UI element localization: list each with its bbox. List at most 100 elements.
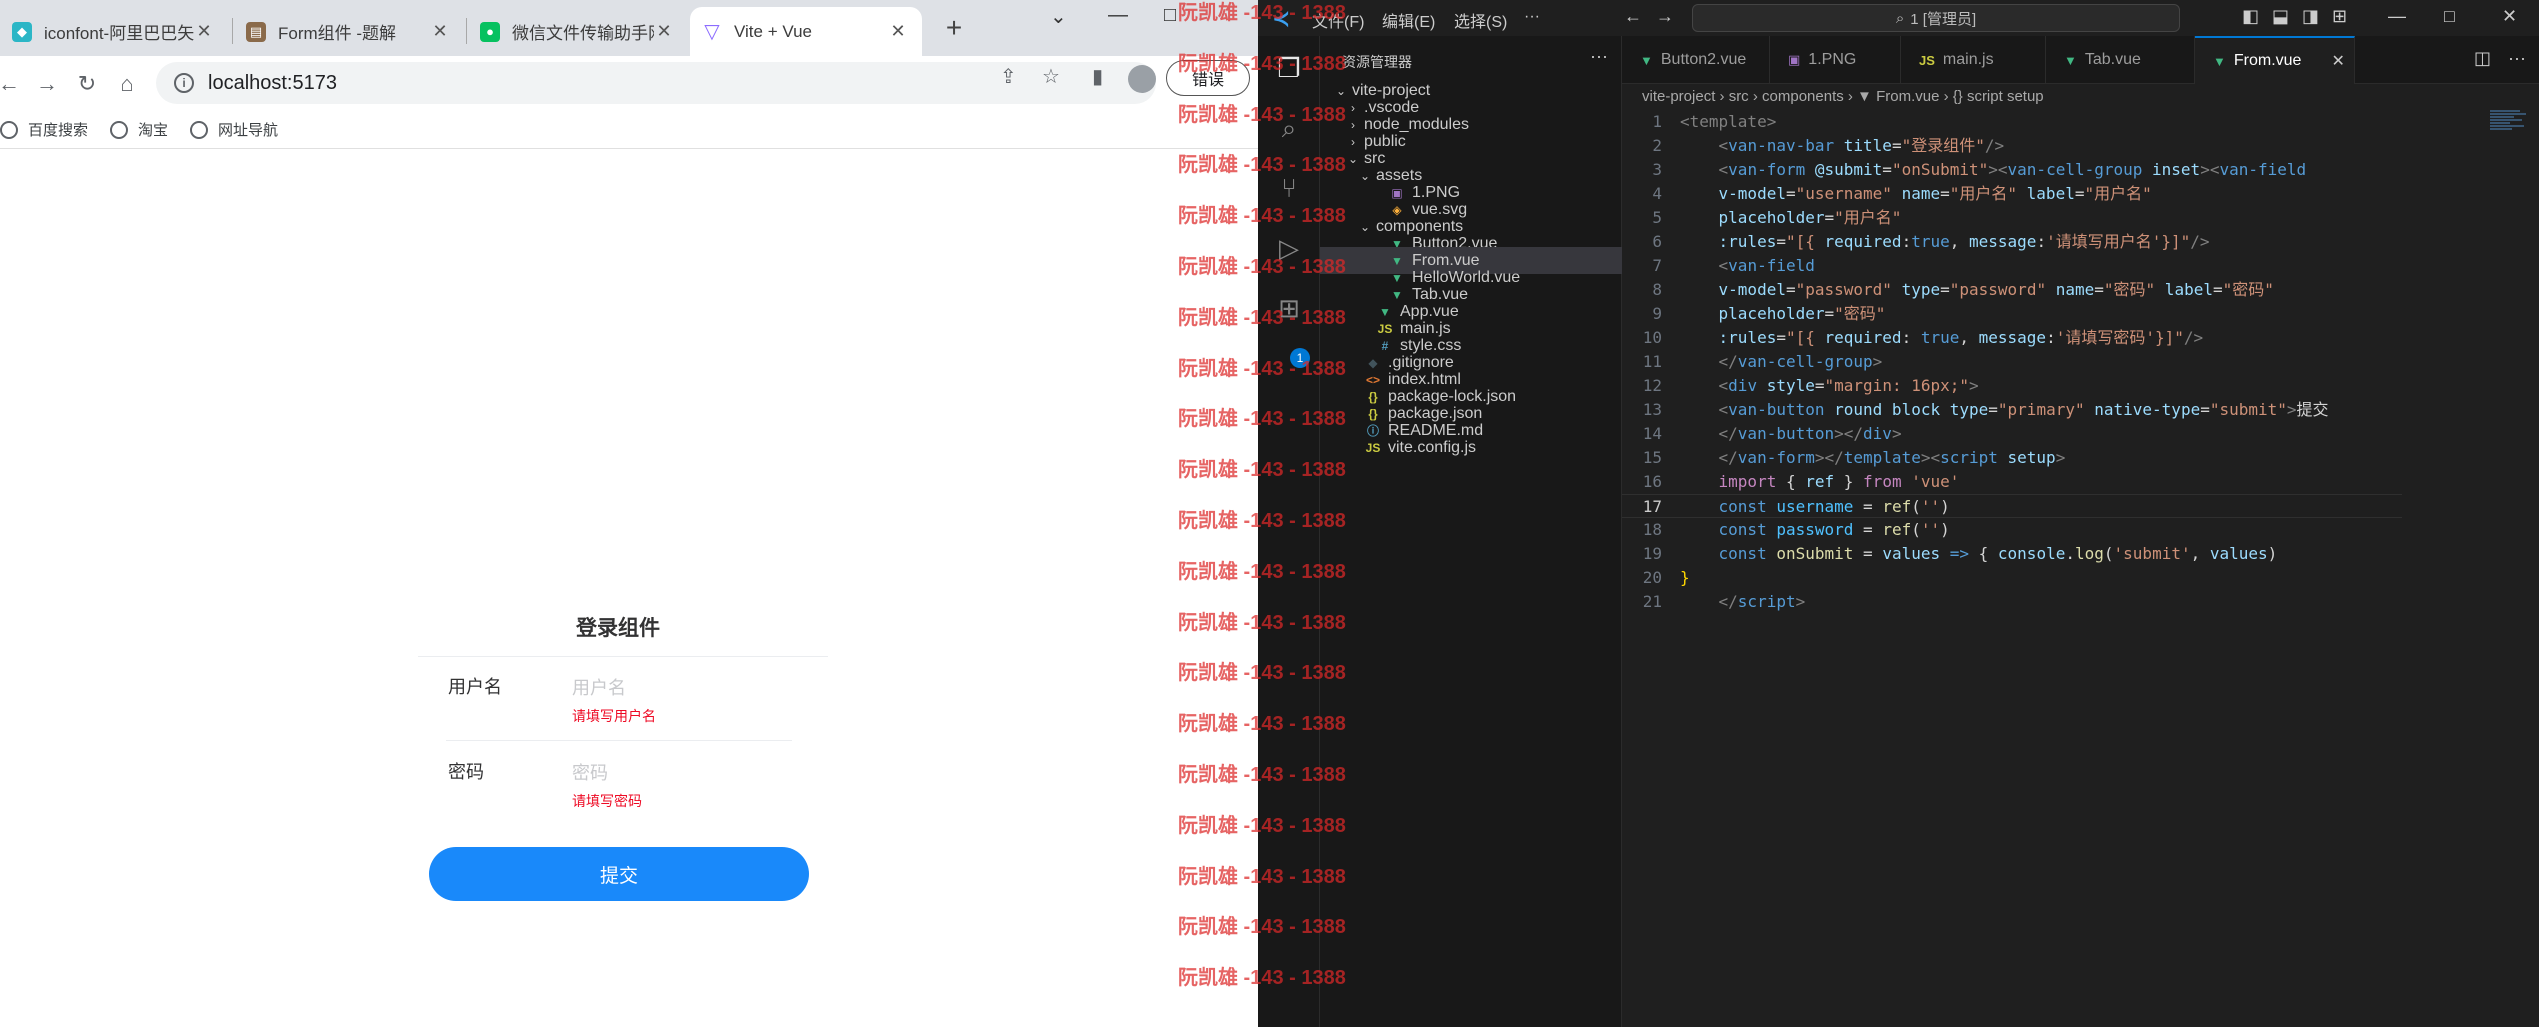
code-token: "onSubmit" [1891, 160, 1989, 179]
nav-bar-title: 登录组件 [576, 617, 660, 640]
browser-toolbar: ← → ↻ ⌂ i localhost:5173 ⇪ ☆ ▮ [0, 56, 1258, 111]
code-token: = [1776, 232, 1786, 251]
command-center[interactable]: ⌕ 1 [管理员] [1692, 4, 2180, 32]
toggle-sidebar-icon[interactable]: ◧ [2242, 6, 2259, 27]
reload-icon[interactable]: ↻ [70, 67, 104, 101]
line-number: 16 [1642, 472, 1662, 491]
close-tab-icon[interactable]: ✕ [2331, 51, 2344, 71]
code-text: v-model="username" name="用户名" label="用户名… [1680, 182, 2152, 206]
search-icon[interactable]: ⌕ [1271, 110, 1307, 146]
close-tab-icon[interactable]: ✕ [654, 21, 674, 42]
bookmark-baidu[interactable]: 百度搜索 [0, 119, 88, 140]
minimap-line [2490, 125, 2524, 127]
code-token: < [1680, 136, 1729, 155]
browser-tab-vite-vue[interactable]: ▽ Vite + Vue ✕ [690, 7, 922, 56]
menu-file[interactable]: 文件(F) [1312, 8, 1364, 32]
minimize-icon[interactable]: — [1108, 4, 1128, 27]
split-editor-icon[interactable]: ◫ [2474, 48, 2491, 69]
code-token: native-type [2084, 400, 2201, 419]
close-tab-icon[interactable]: ✕ [194, 21, 214, 42]
code-token: ) [1940, 497, 1950, 516]
line-number: 21 [1642, 592, 1662, 611]
code-token: = [1814, 376, 1825, 395]
side-panel-icon[interactable]: ▮ [1092, 64, 1103, 89]
explorer-icon[interactable]: ❐ [1271, 50, 1307, 86]
menu-selection[interactable]: 选择(S) [1454, 8, 1507, 32]
submit-button[interactable]: 提交 [429, 847, 809, 901]
code-token: div [1728, 376, 1758, 395]
editor-tab-from-vue[interactable]: ▼ From.vue ✕ [2195, 36, 2355, 84]
close-icon[interactable]: ✕ [2502, 6, 2517, 27]
home-icon[interactable]: ⌂ [110, 67, 144, 101]
code-token: "[{ [1785, 328, 1825, 347]
browser-tab-iconfont[interactable]: ◆ iconfont-阿里巴巴矢量 ✕ [0, 7, 228, 56]
more-actions-icon[interactable]: ··· [2508, 48, 2526, 69]
breadcrumb[interactable]: vite-project › src › components › ▼ From… [1642, 88, 2044, 105]
globe-icon [0, 120, 18, 139]
browser-tab-form[interactable]: ▤ Form组件 -题解 ✕ [234, 7, 464, 56]
wechat-favicon-icon: ● [480, 21, 500, 42]
error-button[interactable]: 错误 [1166, 60, 1250, 96]
bookmark-taobao[interactable]: 淘宝 [110, 119, 168, 140]
username-input[interactable]: 用户名 [572, 674, 626, 700]
new-tab-button[interactable]: + [937, 12, 971, 46]
code-token: inset [2142, 160, 2201, 179]
tree-item-vite-config-js[interactable]: JS vite.config.js [1320, 434, 1622, 461]
activity-bar: ❐ ⌕ ⑂ ▷ ⊞ 1 [1258, 36, 1320, 1027]
code-text: } [1680, 566, 1690, 590]
extensions-icon[interactable]: ⊞ [1271, 290, 1307, 326]
forward-arrow-icon[interactable]: → [30, 67, 64, 101]
minimize-icon[interactable]: — [2388, 6, 2406, 27]
toggle-secondary-icon[interactable]: ◨ [2302, 6, 2319, 27]
code-token: , [1959, 328, 1979, 347]
password-input[interactable]: 密码 [572, 759, 608, 785]
menu-edit[interactable]: 编辑(E) [1382, 8, 1435, 32]
nav-back-icon[interactable]: ← [1624, 6, 1642, 27]
code-line: 16 import { ref } from 'vue' [1622, 470, 2402, 494]
code-text: </van-cell-group> [1680, 350, 1883, 374]
editor-tab-main-js[interactable]: JS main.js [1901, 36, 2046, 84]
editor-tab-label: Button2.vue [1660, 51, 1747, 68]
line-number: 8 [1652, 280, 1662, 299]
bookmark-nav[interactable]: 网址导航 [190, 119, 278, 140]
screen: ◆ iconfont-阿里巴巴矢量 ✕ ▤ Form组件 -题解 ✕ ● 微信文… [0, 0, 2539, 1027]
layout-icon[interactable]: ⊞ [2332, 6, 2347, 27]
line-number: 3 [1652, 160, 1662, 179]
source-control-icon[interactable]: ⑂ [1271, 170, 1307, 206]
tab-search-chevron-icon[interactable]: ⌄ [1050, 4, 1067, 29]
close-tab-icon[interactable]: ✕ [888, 21, 908, 42]
share-icon[interactable]: ⇪ [1000, 64, 1017, 89]
code-text: <van-field [1680, 254, 1815, 278]
bookmark-star-icon[interactable]: ☆ [1042, 64, 1060, 89]
browser-tab-wechat[interactable]: ● 微信文件传输助手网页 ✕ [468, 7, 688, 56]
editor-tab-button2-vue[interactable]: ▼ Button2.vue [1622, 36, 1770, 84]
menu-more[interactable]: ··· [1524, 8, 1540, 26]
code-token: ></ [1814, 448, 1844, 467]
line-number: 18 [1642, 520, 1662, 539]
close-tab-icon[interactable]: ✕ [430, 21, 450, 42]
site-info-icon[interactable]: i [174, 73, 194, 93]
code-token: ref [1805, 472, 1835, 491]
maximize-icon[interactable]: □ [1164, 4, 1176, 27]
code-token: }]" [2161, 232, 2191, 251]
code-token: ( [1911, 520, 1921, 539]
toggle-panel-icon[interactable]: ⬓ [2272, 6, 2289, 27]
nav-forward-icon[interactable]: → [1656, 6, 1674, 27]
back-arrow-icon[interactable]: ← [0, 67, 26, 101]
more-actions-icon[interactable]: ··· [1590, 46, 1608, 67]
code-token: name [1891, 184, 1941, 203]
minimap[interactable] [2490, 110, 2530, 160]
code-token: message [1969, 232, 2037, 251]
code-token: van-form [1728, 160, 1806, 179]
run-debug-icon[interactable]: ▷ [1271, 230, 1307, 266]
tab-separator [232, 18, 233, 44]
editor-tab-1-png[interactable]: ▣ 1.PNG [1770, 36, 1901, 84]
editor-tab-tab-vue[interactable]: ▼ Tab.vue [2046, 36, 2195, 84]
code-token: "password" [1949, 280, 2047, 299]
code-text: :rules="[{ required: true, message:'请填写密… [1680, 326, 2204, 350]
js-file-icon: JS [1919, 52, 1935, 68]
code-token: true [1920, 328, 1960, 347]
profile-avatar[interactable] [1128, 65, 1156, 93]
js-file-icon: JS [1365, 440, 1381, 455]
maximize-icon[interactable]: □ [2444, 6, 2455, 27]
